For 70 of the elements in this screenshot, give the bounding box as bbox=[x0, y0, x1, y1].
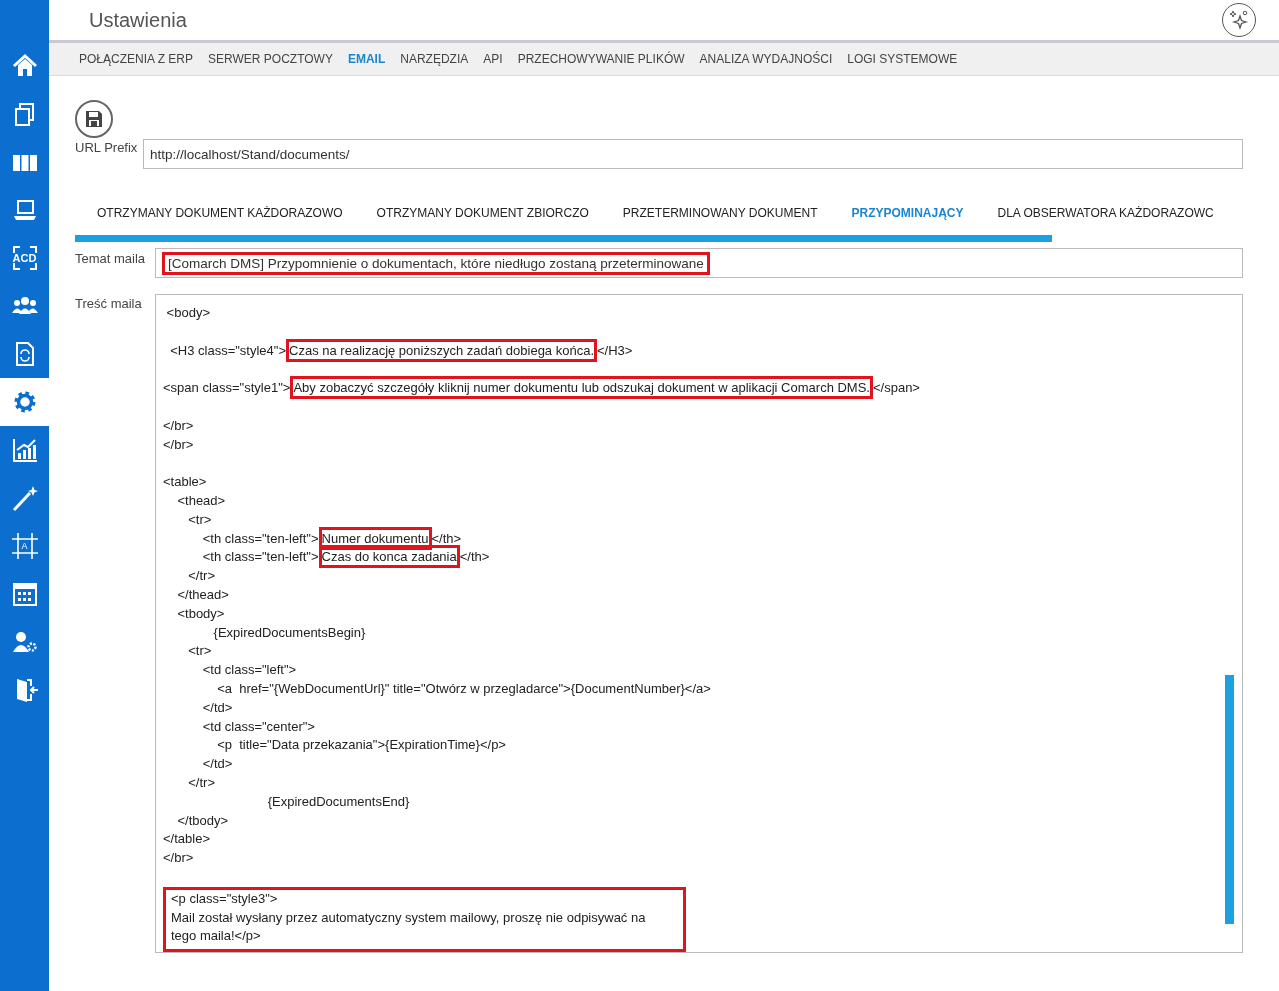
calendar-icon bbox=[10, 580, 39, 608]
code-text: <span class="style1"> bbox=[163, 380, 291, 396]
subject-field[interactable]: [Comarch DMS] Przypomnienie o dokumentach, które niedługo zostaną przeterminowane bbox=[155, 248, 1243, 278]
settings-tab[interactable]: API bbox=[483, 52, 503, 66]
code-line: </td> bbox=[201, 755, 234, 774]
magic-wand-icon bbox=[10, 484, 39, 512]
highlighted-text: Czas do konca zadania bbox=[318, 545, 460, 569]
sidebar-item[interactable]: A bbox=[0, 522, 49, 570]
code-text: </th> bbox=[459, 549, 490, 565]
code-line: <td class="center"> bbox=[201, 717, 316, 736]
code-line: {ExpiredDocumentsBegin} bbox=[212, 623, 367, 642]
code-line: </br> bbox=[163, 849, 195, 868]
settings-tab[interactable]: SERWER POCZTOWY bbox=[208, 52, 333, 66]
sidebar-item[interactable]: ACD bbox=[0, 234, 49, 282]
code-line: </br> bbox=[163, 416, 195, 435]
mail-body-editor[interactable] bbox=[155, 294, 1243, 953]
sparkles-icon bbox=[1228, 9, 1250, 31]
highlighted-text: Aby zobaczyć szczegóły kliknij numer dokumentu lub odszukaj dokument w aplikacji Comarch DMS. bbox=[290, 376, 873, 400]
settings-tab[interactable]: NARZĘDZIA bbox=[400, 52, 469, 66]
sidebar-item[interactable] bbox=[0, 378, 49, 426]
code-text: <th class="ten-left"> bbox=[201, 549, 319, 565]
code-line: <thead> bbox=[176, 491, 227, 510]
code-text: <H3 class="style4"> bbox=[169, 342, 287, 358]
save-button[interactable] bbox=[75, 100, 113, 138]
code-line: <tr> bbox=[187, 510, 213, 529]
code-line: </br> bbox=[163, 435, 195, 454]
email-type-tab[interactable]: DLA OBSERWATORA KAŻDORAZOWC bbox=[980, 206, 1231, 220]
code-line: </table> bbox=[163, 830, 211, 849]
email-type-tab[interactable]: OTRZYMANY DOKUMENT KAŻDORAZOWO bbox=[75, 206, 360, 220]
code-line: <table> bbox=[163, 473, 208, 492]
settings-tab[interactable]: ANALIZA WYDAJNOŚCI bbox=[699, 52, 833, 66]
icon-label: ACD bbox=[12, 252, 37, 264]
settings-tab[interactable]: PRZECHOWYWANIE PLIKÓW bbox=[517, 52, 685, 66]
code-line: <td class="left"> bbox=[201, 661, 298, 680]
email-type-tab[interactable]: OTRZYMANY DOKUMENT ZBIORCZO bbox=[359, 206, 606, 220]
code-line: </thead> bbox=[176, 585, 230, 604]
code-line: <tbody> bbox=[176, 604, 226, 623]
code-line: tego maila!</p> bbox=[171, 927, 262, 946]
code-line: <p title="Data przekazania">{ExpirationTime}</p> bbox=[216, 736, 507, 755]
highlighted-text: Numer dokumentu bbox=[318, 526, 432, 550]
field-label: Treść maila bbox=[75, 296, 143, 311]
field-label: Temat maila bbox=[75, 251, 147, 266]
code-line: <body> bbox=[165, 304, 211, 322]
code-text: </th> bbox=[431, 530, 462, 546]
page-title: Ustawienia bbox=[89, 8, 187, 32]
code-line: </tbody> bbox=[176, 811, 230, 830]
code-text: </H3> bbox=[597, 342, 633, 358]
highlighted-text: Czas na realizację poniższych zadań dobiega końca. bbox=[286, 338, 597, 362]
code-text: <th class="ten-left"> bbox=[201, 530, 319, 546]
code-line: {ExpiredDocumentsEnd} bbox=[266, 792, 411, 811]
scan-frame-icon bbox=[10, 244, 39, 272]
email-type-tab[interactable]: PRZETERMINOWANY DOKUMENT bbox=[605, 206, 835, 220]
code-line: </tr> bbox=[187, 773, 217, 792]
code-line: <a href="{WebDocumentUrl}" title="Otwórz w przegladarce">{DocumentNumber}</a> bbox=[216, 679, 712, 698]
code-line: </td> bbox=[201, 698, 234, 717]
icon-label: A bbox=[21, 541, 28, 551]
code-line: </tr> bbox=[187, 567, 217, 586]
chart-icon bbox=[10, 436, 39, 464]
field-label: URL Prefix bbox=[75, 140, 139, 155]
email-type-tab[interactable]: PRZYPOMINAJĄCY bbox=[834, 206, 981, 220]
scrollbar-thumb[interactable] bbox=[1225, 675, 1234, 924]
frame-icon bbox=[10, 532, 39, 560]
code-text: </span> bbox=[872, 380, 920, 396]
code-line: Mail został wysłany przez automatyczny system mailowy, proszę nie odpisywać na bbox=[171, 908, 647, 927]
code-line: <p class="style3"> bbox=[171, 889, 279, 908]
url-prefix-field[interactable]: http://localhost/Stand/documents/ bbox=[143, 139, 1243, 169]
settings-tab[interactable]: POŁĄCZENIA Z ERP bbox=[79, 52, 194, 66]
settings-tab[interactable]: LOGI SYSTEMOWE bbox=[847, 52, 958, 66]
code-line: <tr> bbox=[187, 642, 213, 661]
subject-text: [Comarch DMS] Przypomnienie o dokumentach, które niedługo zostaną przeterminowane bbox=[162, 251, 710, 275]
